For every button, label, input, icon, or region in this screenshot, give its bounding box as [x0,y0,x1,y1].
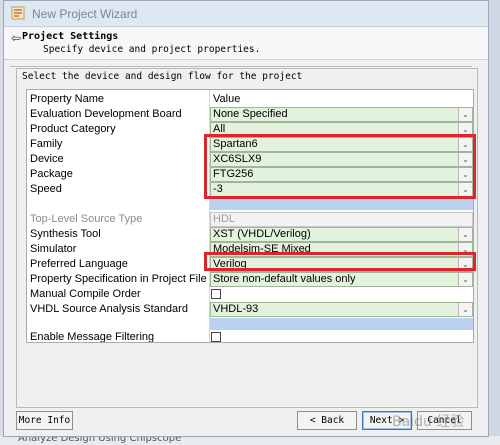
select-value: None Specified [213,108,288,120]
property-table: Property Name Value Evaluation Developme… [26,89,474,343]
table-row-message-filtering: Enable Message Filtering [27,330,473,343]
column-header-property: Property Name [30,93,104,105]
row-label: Preferred Language [30,258,128,270]
table-header-row: Property Name Value [27,92,473,107]
more-info-button[interactable]: More Info [16,411,73,430]
group-label: Select the device and design flow for th… [22,71,303,82]
table-row-manual-compile-order: Manual Compile Order [27,287,473,302]
row-label: Enable Message Filtering [30,331,155,343]
row-label: Property Specification in Project File [30,273,207,285]
chevron-down-icon[interactable]: ⌄ [458,303,472,316]
evaluation-board-select[interactable]: None Specified ⌄ [210,107,473,122]
page-subtitle: Specify device and project properties. [43,44,261,55]
row-label: Device [30,153,64,165]
title-bar[interactable]: New Project Wizard [4,1,488,27]
table-row-vhdl-standard: VHDL Source Analysis Standard VHDL-93 ⌄ [27,302,473,317]
select-value: Store non-default values only [213,273,356,285]
row-label: Simulator [30,243,77,255]
table-row-property-specification: Property Specification in Project File S… [27,272,473,287]
chevron-down-icon[interactable]: ⌄ [458,108,472,121]
property-specification-select[interactable]: Store non-default values only ⌄ [210,272,473,287]
table-row-synthesis-tool: Synthesis Tool XST (VHDL/Verilog) ⌄ [27,227,473,242]
row-label: Top-Level Source Type [30,213,143,225]
selection-highlight-band [210,318,473,330]
row-label: Manual Compile Order [30,288,141,300]
back-button[interactable]: < Back [297,411,357,430]
row-label: Evaluation Development Board [30,108,182,120]
table-row-evaluation-board: Evaluation Development Board None Specif… [27,107,473,122]
back-arrow-icon: ⇦ [11,31,22,45]
page-title: Project Settings [22,31,119,42]
synthesis-tool-select[interactable]: XST (VHDL/Verilog) ⌄ [210,227,473,242]
table-row-top-level-source: Top-Level Source Type HDL [27,212,473,227]
select-value: HDL [213,213,236,225]
header-divider [10,66,472,67]
highlight-box-preferred-language [204,252,476,271]
chevron-down-icon[interactable]: ⌄ [458,228,472,241]
row-label: Speed [30,183,62,195]
row-label: Family [30,138,63,150]
row-label: Synthesis Tool [30,228,101,240]
selection-highlight-band [210,198,473,210]
wizard-header: ⇦ Project Settings Specify device and pr… [4,28,488,60]
chevron-down-icon[interactable]: ⌄ [458,273,472,286]
row-label: Product Category [30,123,116,135]
background-app-bottom: Analyze Design Using Chipscope [0,436,500,445]
top-level-source-select: HDL [210,212,473,227]
highlight-box-device-settings [204,134,476,199]
ise-app-icon [11,6,25,20]
select-value: VHDL-93 [213,303,259,315]
row-label: Package [30,168,73,180]
baidu-watermark: Baidu 经验 [392,414,465,430]
manual-compile-order-checkbox[interactable] [211,289,221,299]
background-app-right [489,0,500,445]
message-filtering-checkbox[interactable] [211,332,221,342]
vhdl-standard-select[interactable]: VHDL-93 ⌄ [210,302,473,317]
row-label: VHDL Source Analysis Standard [30,303,188,315]
column-header-value: Value [213,93,241,105]
background-partial-text: Analyze Design Using Chipscope [18,436,182,444]
select-value: XST (VHDL/Verilog) [213,228,311,240]
window-title: New Project Wizard [32,7,138,21]
